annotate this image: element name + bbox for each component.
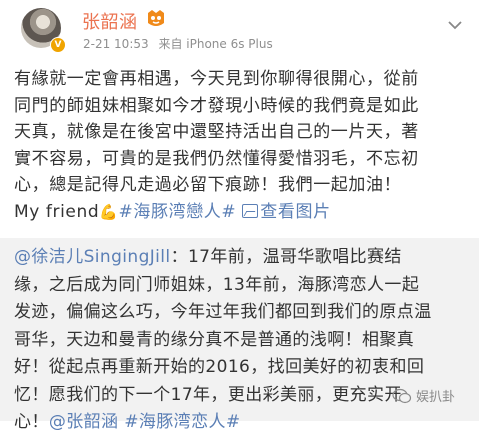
post-line: 實不容易，可貴的是我們仍然懂得愛惜羽毛，不忘初 (14, 148, 419, 169)
repost-line: @徐洁儿SingingJill：17年前，温哥华歌唱比赛结 (14, 244, 466, 272)
post-line: 同門的師姐妹相聚如今才發現小時候的我們竟是如此 (14, 95, 419, 116)
repost-line-text: 心！ (14, 412, 49, 432)
repost-body: @徐洁儿SingingJill：17年前，温哥华歌唱比赛结 缘，之后成为同门师姐… (14, 244, 466, 437)
watermark-text: 娱扒卦 (416, 390, 456, 405)
view-picture-link[interactable]: 查看图片 (242, 202, 330, 222)
repost-line: 好！從起点再重新开始的2016，找回美好的初衷和回 (14, 357, 425, 377)
picture-icon (242, 203, 259, 218)
username[interactable]: 张韶涵 (82, 8, 138, 34)
post-line: 天真，就像是在後宮中還堅持活出自己的一片天，著 (14, 122, 419, 142)
post-line: 有緣就一定會再相遇，今天見到你聊得很開心，從前 (14, 69, 419, 89)
flexed-arm-icon: 💪 (99, 202, 119, 221)
view-picture-label: 查看图片 (260, 201, 331, 222)
topic-link[interactable]: #海豚湾恋人# (124, 412, 240, 432)
repost-line: 发迹，偏偏这么巧，今年过年我们都回到我们的原点温 (14, 302, 432, 322)
repost-line: 心！@张韶涵 #海豚湾恋人# (14, 409, 466, 437)
mention-link[interactable]: @徐洁儿SingingJill (14, 247, 171, 267)
repost-line: 哥华，天边和曼青的缘分真不是普通的浅啊！相聚真 (14, 329, 415, 350)
chevron-down-icon[interactable] (446, 16, 464, 34)
wechat-logo-icon (392, 388, 412, 404)
post-time: 2-21 10:53 (83, 37, 149, 51)
post-meta: 2-21 10:53 来自 iPhone 6s Plus (83, 35, 279, 52)
verified-badge-icon: V (50, 37, 66, 53)
mention-link[interactable]: @张韶涵 (49, 412, 119, 432)
post-line-last: My friend💪#海豚湾戀人# 查看图片 (14, 199, 466, 226)
post-line-prefix: My friend (14, 201, 100, 222)
repost-line-text: ：17年前，温哥华歌唱比赛结 (170, 247, 402, 267)
repost-line: 缘，之后成为同门师姐妹，13年前，海豚湾恋人一起 (14, 274, 420, 295)
topic-link[interactable]: #海豚湾戀人# (119, 202, 237, 222)
post-line: 心，總是記得凡走過必留下痕跡！我們一起加油！ (14, 175, 402, 195)
post-header: V 张韶涵 2-21 10:53 来自 iPhone 6s Plus (0, 0, 479, 58)
watermark: 娱扒卦 (392, 386, 455, 405)
post-body: 有緣就一定會再相遇，今天見到你聊得很開心，從前 同門的師姐妹相聚如今才發現小時候… (14, 66, 466, 225)
post-source: 来自 iPhone 6s Plus (158, 37, 273, 51)
vip-badge-icon (148, 10, 164, 26)
